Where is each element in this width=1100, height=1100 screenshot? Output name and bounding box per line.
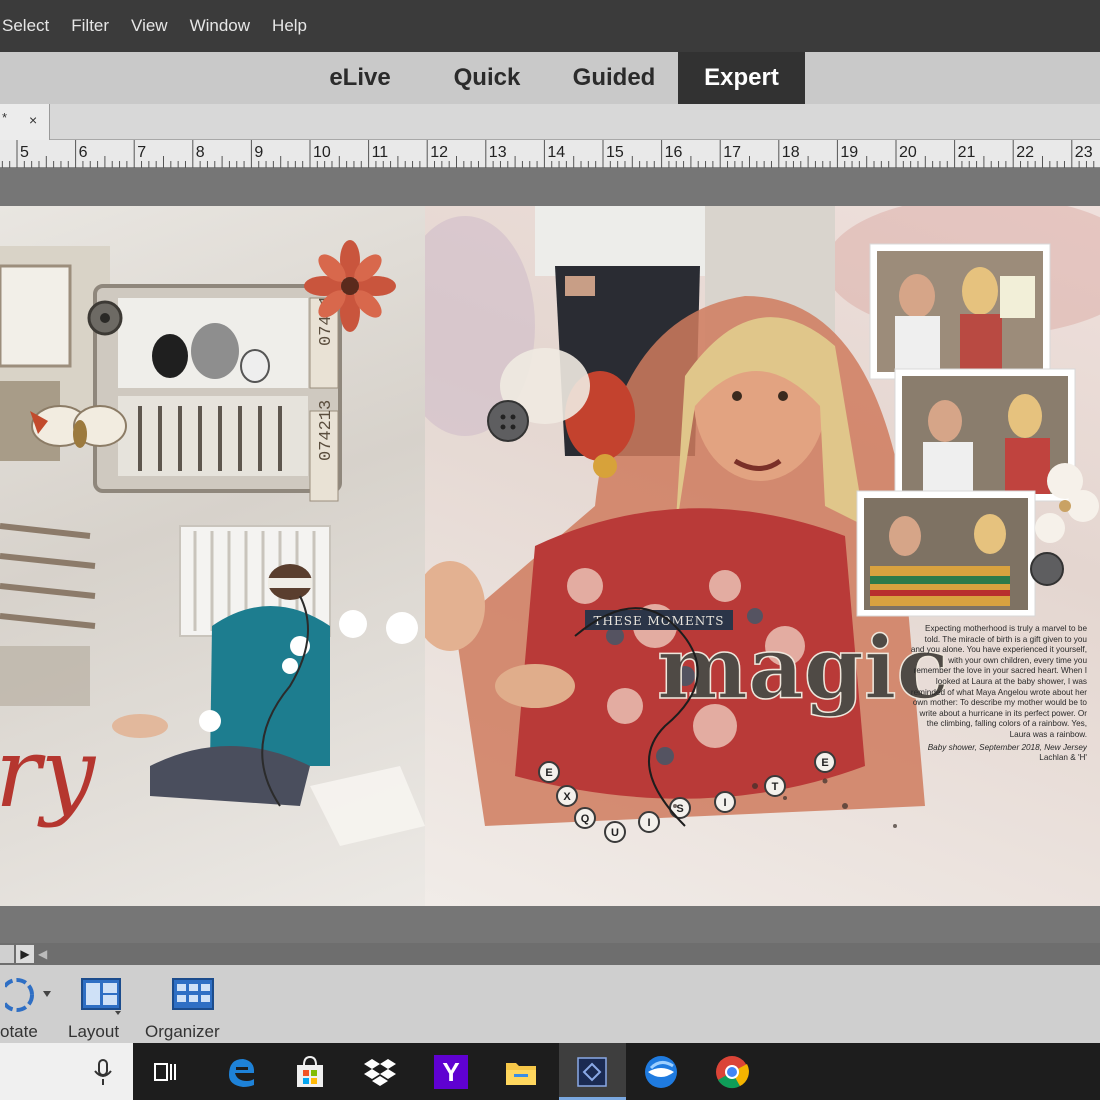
ruler-label: 14 <box>547 144 566 161</box>
organizer-button[interactable]: Organizer <box>145 975 225 1041</box>
close-icon[interactable]: × <box>29 112 37 128</box>
letter-bead-text: X <box>563 791 571 803</box>
canvas-area[interactable]: 074213 074213 <box>0 168 1100 943</box>
journal-text: Expecting motherhood is truly a marvel t… <box>910 624 1087 763</box>
letter-bead-text: U <box>611 827 619 839</box>
ruler-label: 16 <box>664 144 683 161</box>
letter-bead-text: I <box>723 797 726 809</box>
horizontal-ruler: 5 6 7 8 9 10 11 12 13 14 15 16 17 18 19 20 21 22 23 <box>0 140 1100 168</box>
menu-help[interactable]: Help <box>261 0 318 52</box>
document-tab-bar: * × <box>0 104 1100 140</box>
letter-bead-text: E <box>545 767 552 779</box>
ruler-label: 7 <box>137 144 147 161</box>
ticket-number-bottom: 074213 <box>317 400 336 461</box>
file-explorer-icon[interactable] <box>500 1051 542 1093</box>
ruler-label: 18 <box>781 144 800 161</box>
tab-elive[interactable]: eLive <box>298 52 422 104</box>
scrapbook-page: 074213 074213 <box>0 206 1100 906</box>
windows-taskbar: Y <box>0 1043 1100 1100</box>
bottom-toolbar: otate Layout Organizer <box>0 965 1100 1043</box>
edge-icon[interactable] <box>219 1051 261 1093</box>
tab-expert[interactable]: Expert <box>678 52 805 104</box>
letter-bead-text: I <box>647 817 650 829</box>
menu-view[interactable]: View <box>120 0 179 52</box>
ruler-label: 5 <box>20 144 29 161</box>
ruler-label: 13 <box>488 144 507 161</box>
ruler-label: 21 <box>957 144 976 161</box>
ruler-label: 8 <box>195 144 205 161</box>
ruler-label: 15 <box>606 144 624 161</box>
ruler-label: 10 <box>313 144 331 161</box>
left-page-art: 074213 074213 <box>0 240 425 846</box>
letter-bead-text: E <box>821 757 828 769</box>
right-page-art: THESE MOMENTS magic EXQUIS ITE Expecting … <box>395 206 1100 843</box>
store-icon[interactable] <box>289 1051 331 1093</box>
ruler-label: 20 <box>899 144 917 161</box>
scrollbar-thumb[interactable] <box>0 945 14 963</box>
ruler-label: 17 <box>723 144 741 161</box>
ruler-label: 6 <box>78 144 88 161</box>
dropbox-icon[interactable] <box>359 1051 401 1093</box>
tab-guided[interactable]: Guided <box>552 52 676 104</box>
taskbar-search-box[interactable] <box>0 1043 133 1100</box>
horizontal-scrollbar[interactable]: ▶ ◀ <box>0 943 1100 965</box>
letter-bead-text: Q <box>581 813 590 825</box>
journal-signoff: Lachlan & 'H' <box>1039 753 1087 763</box>
menu-bar: Select Filter View Window Help <box>0 0 1100 52</box>
letter-bead-text: S <box>676 803 683 815</box>
thunderbird-icon[interactable] <box>640 1051 682 1093</box>
rotate-button[interactable]: otate <box>0 975 60 1041</box>
document-tab[interactable]: * × <box>0 104 50 140</box>
right-page: THESE MOMENTS magic EXQUISITE Expecting … <box>395 206 1100 906</box>
ruler-label: 22 <box>1016 144 1034 161</box>
scroll-right-icon[interactable]: ▶ <box>16 945 34 963</box>
yahoo-letter: Y <box>434 1055 468 1089</box>
journal-caption: Baby shower, September 2018, New Jersey <box>927 742 1087 752</box>
ruler-label: 19 <box>840 144 859 161</box>
ruler-label: 9 <box>254 144 264 161</box>
left-page: 074213 074213 <box>0 206 425 906</box>
menu-window[interactable]: Window <box>179 0 261 52</box>
layout-label: Layout <box>68 1022 120 1041</box>
layout-button[interactable]: Layout <box>68 975 126 1041</box>
organizer-label: Organizer <box>145 1022 220 1041</box>
ruler-label: 11 <box>371 144 389 161</box>
rotate-label: otate <box>0 1022 38 1041</box>
yahoo-icon[interactable]: Y <box>430 1051 472 1093</box>
mode-bar: eLive Quick Guided Expert <box>0 52 1100 104</box>
microphone-icon[interactable] <box>82 1051 124 1093</box>
organizer-icon <box>172 978 214 1010</box>
chrome-icon[interactable] <box>711 1051 753 1093</box>
photoshop-elements-window: Select Filter View Window Help eLive Qui… <box>0 0 1100 1100</box>
scroll-left-icon[interactable]: ◀ <box>38 945 47 963</box>
modified-marker: * <box>2 110 8 125</box>
left-title-text: ry <box>0 717 97 829</box>
letter-bead-text: T <box>772 781 779 793</box>
rotate-icon <box>0 978 51 1012</box>
layout-icon <box>80 978 121 1015</box>
ruler-label: 23 <box>1074 144 1093 161</box>
task-view-icon[interactable] <box>145 1051 187 1093</box>
tab-quick[interactable]: Quick <box>424 52 550 104</box>
menu-select[interactable]: Select <box>0 0 60 52</box>
menu-filter[interactable]: Filter <box>60 0 120 52</box>
photoshop-elements-icon[interactable] <box>571 1051 613 1093</box>
ruler-label: 12 <box>430 144 448 161</box>
magic-title: magic <box>657 618 949 719</box>
